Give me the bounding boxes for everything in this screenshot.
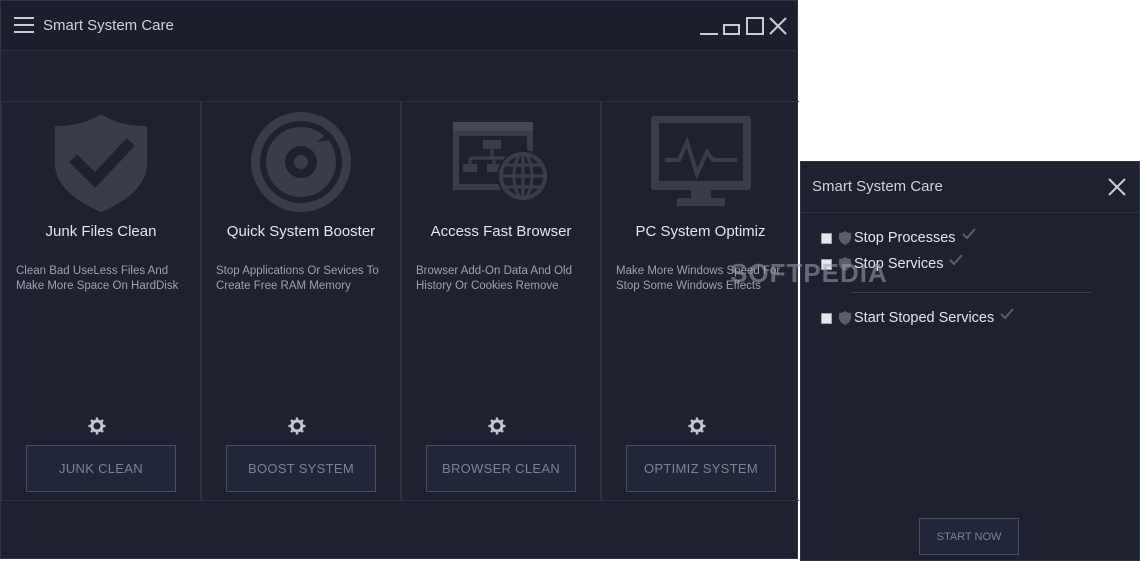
desc-line: Clean Bad UseLess Files And [16,265,169,277]
option-start-stoped-services[interactable]: Start Stoped Services [821,308,1014,328]
card-title: Access Fast Browser [430,223,572,240]
restore-icon[interactable] [722,15,742,37]
option-label: Stop Processes [854,230,956,246]
fast-browser-card: Access Fast Browser Browser Add-On Data … [401,101,601,501]
desc-line: Browser Add-On Data And Old [416,265,572,277]
boost-system-button[interactable]: BOOST SYSTEM [226,445,376,492]
browser-network-icon [402,112,600,212]
panel-divider [801,212,1139,213]
shield-check-icon [2,112,200,212]
shield-icon [839,311,851,325]
minimize-icon[interactable] [699,15,719,37]
window-title: Smart System Care [43,17,174,34]
card-description: Stop Applications Or Sevices To Create F… [216,264,394,294]
close-icon[interactable] [1108,178,1126,201]
check-icon [961,228,976,240]
check-icon [949,254,964,266]
shield-icon [839,231,851,245]
card-description: Browser Add-On Data And Old History Or C… [416,264,594,294]
start-now-button[interactable]: START NOW [919,518,1019,555]
checkbox[interactable] [821,312,832,324]
card-title: PC System Optimiz [635,223,766,240]
monitor-pulse-icon [602,112,799,212]
option-label: Stop Services [854,256,944,272]
check-icon [1000,308,1014,320]
title-bar: Smart System Care [1,1,797,51]
card-title: Junk Files Clean [45,223,157,240]
card-title: Quick System Booster [226,223,376,240]
optimiz-system-button[interactable]: OPTIMIZ SYSTEM [626,445,776,492]
menu-icon[interactable] [14,17,34,34]
pc-optimiz-card: PC System Optimiz Make More Windows Spee… [601,101,799,501]
gear-icon[interactable] [288,417,306,435]
desc-line: Make More Windows Speed For [616,265,781,277]
card-description: Make More Windows Speed For Stop Some Wi… [616,264,793,294]
junk-clean-button[interactable]: JUNK CLEAN [26,445,176,492]
options-divider [851,292,1091,293]
quick-booster-card: Quick System Booster Stop Applications O… [201,101,401,501]
desc-line: Create Free RAM Memory [216,280,351,292]
desc-line: History Or Cookies Remove [416,280,559,292]
gear-icon[interactable] [688,417,706,435]
main-window: Smart System Care Junk Files Clean Clean… [0,0,799,559]
checkbox[interactable] [821,258,832,270]
option-stop-services[interactable]: Stop Services [821,254,964,274]
gear-icon[interactable] [88,417,106,435]
close-icon[interactable] [768,15,788,37]
shield-icon [839,257,851,271]
speedometer-icon [202,112,400,212]
card-description: Clean Bad UseLess Files And Make More Sp… [16,264,194,294]
options-panel: Smart System Care Stop Processes Stop Se… [800,161,1140,561]
checkbox[interactable] [821,232,832,244]
browser-clean-button[interactable]: BROWSER CLEAN [426,445,576,492]
desc-line: Stop Some Windows Effects [616,280,761,292]
option-label: Start Stoped Services [854,310,995,326]
maximize-icon[interactable] [745,15,765,37]
gear-icon[interactable] [488,417,506,435]
desc-line: Stop Applications Or Sevices To [216,265,379,277]
panel-title: Smart System Care [812,178,943,195]
junk-files-card: Junk Files Clean Clean Bad UseLess Files… [1,101,201,501]
option-stop-processes[interactable]: Stop Processes [821,228,976,248]
desc-line: Make More Space On HardDisk [16,280,179,292]
